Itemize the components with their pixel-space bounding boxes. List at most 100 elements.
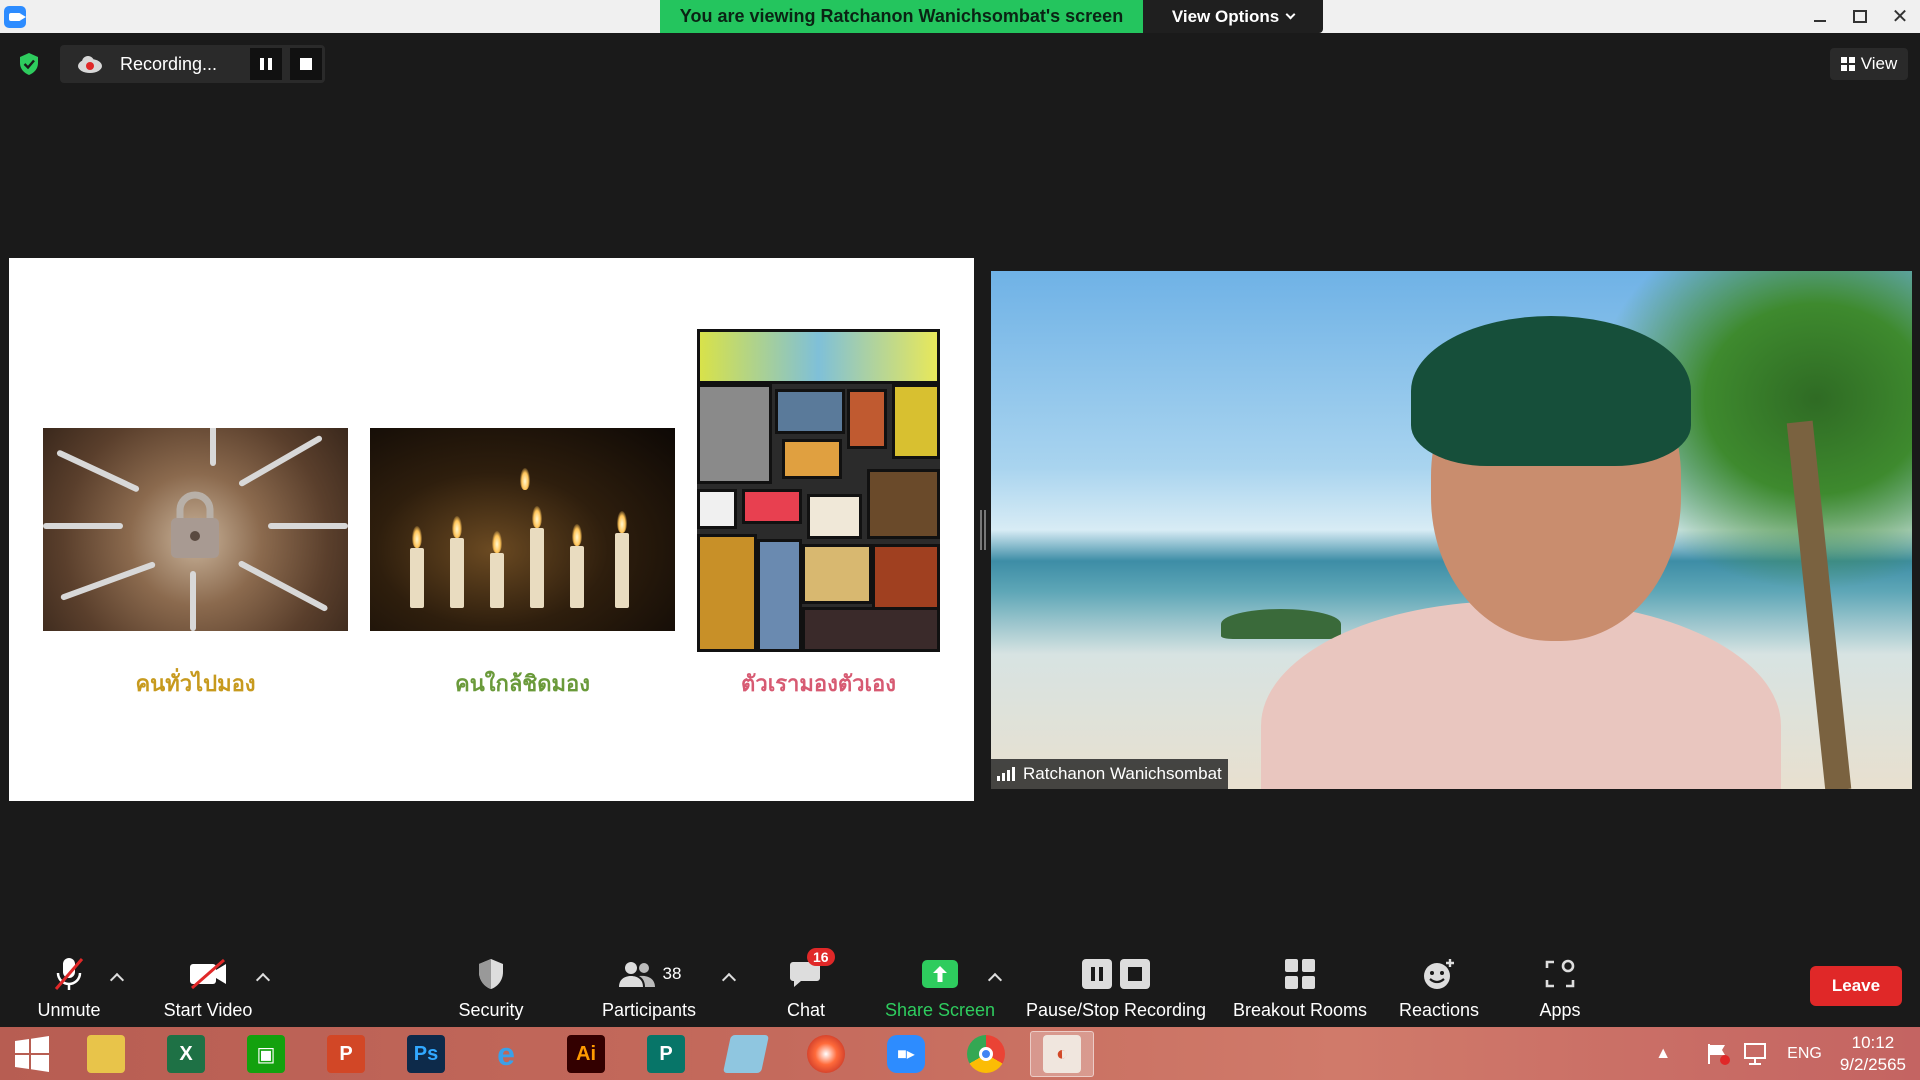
publisher-icon: P (647, 1035, 685, 1073)
start-video-button[interactable]: Start Video (160, 945, 256, 1027)
taskbar-illustrator[interactable]: Ai (554, 1031, 618, 1077)
participants-count: 38 (662, 964, 682, 983)
grid-view-icon (1840, 57, 1855, 71)
unmute-label: Unmute (37, 1000, 101, 1020)
breakout-rooms-label: Breakout Rooms (1232, 1000, 1368, 1020)
view-layout-button[interactable]: View (1830, 48, 1908, 80)
taskbar-publisher[interactable]: P (634, 1031, 698, 1077)
taskbar-zoom[interactable]: ■▸ (874, 1031, 938, 1077)
view-options-button[interactable]: View Options (1143, 0, 1323, 33)
caption-close-people: คนใกล้ชิดมอง (455, 671, 590, 696)
participants-label: Participants (601, 1000, 697, 1020)
taskbar-file-explorer[interactable] (74, 1031, 138, 1077)
security-button[interactable]: Security (452, 945, 530, 1027)
start-button[interactable] (0, 1031, 64, 1077)
excel-icon: X (167, 1035, 205, 1073)
reactions-label: Reactions (1398, 1000, 1480, 1020)
stop-recording-button[interactable] (290, 48, 322, 80)
photoshop-icon: Ps (407, 1035, 445, 1073)
recording-indicator: Recording... (60, 45, 325, 83)
caption-self-view: ตัวเรามองตัวเอง (741, 671, 896, 696)
security-shield-icon (479, 959, 503, 989)
window-controls: ✕ (1800, 0, 1920, 33)
chat-unread-badge: 16 (807, 948, 835, 966)
restore-button[interactable] (1840, 0, 1880, 33)
taskbar-notepad[interactable] (714, 1031, 778, 1077)
chrome-icon (967, 1035, 1005, 1073)
taskbar-store[interactable]: ▣ (234, 1031, 298, 1077)
zoom-app-icon (4, 6, 26, 28)
apps-icon (1545, 959, 1575, 988)
microphone-muted-icon (54, 958, 84, 990)
meeting-controls-toolbar: Unmute Start Video Security 38 Participa… (0, 945, 1920, 1027)
notepad-icon (722, 1035, 770, 1073)
powerpoint-icon: P (327, 1035, 365, 1073)
system-tray: ▲ ENG 10:12 9/2/2565 (1655, 1027, 1920, 1080)
taskbar-chrome[interactable] (954, 1031, 1018, 1077)
picture-frames-wall-image (697, 329, 940, 652)
split-view-resize-handle[interactable] (980, 510, 986, 550)
participant-hair (1411, 316, 1691, 466)
start-video-label: Start Video (163, 1000, 253, 1020)
participant-video-tile[interactable]: Ratchanon Wanichsombat (991, 271, 1912, 789)
close-button[interactable]: ✕ (1880, 0, 1920, 33)
keys-and-lock-image (43, 428, 348, 631)
participants-options-caret[interactable] (721, 972, 737, 988)
chat-label: Chat (786, 1000, 826, 1020)
taskbar-photoscape[interactable] (794, 1031, 858, 1077)
chat-button[interactable]: 16 Chat (778, 945, 835, 1027)
store-bag-icon: ▣ (247, 1035, 285, 1073)
viewing-screen-banner: You are viewing Ratchanon Wanichsombat's… (660, 0, 1143, 33)
pause-recording-button[interactable] (250, 48, 282, 80)
chevron-down-icon (1285, 9, 1296, 20)
video-camera-off-icon (190, 958, 226, 990)
folder-icon (87, 1035, 125, 1073)
network-icon[interactable] (1741, 1042, 1769, 1066)
candles-image (370, 428, 675, 631)
participant-name: Ratchanon Wanichsombat (1023, 764, 1222, 783)
pause-stop-recording-label: Pause/Stop Recording (1025, 1000, 1207, 1020)
unmute-button[interactable]: Unmute (26, 945, 112, 1027)
show-hidden-icons-arrow[interactable]: ▲ (1655, 1045, 1671, 1063)
zoom-icon: ■▸ (887, 1035, 925, 1073)
pause-stop-recording-icon (1082, 959, 1150, 989)
taskbar-photoshop[interactable]: Ps (394, 1031, 458, 1077)
view-options-label: View Options (1171, 6, 1280, 26)
taskbar-internet-explorer[interactable]: e (474, 1031, 538, 1077)
video-options-caret[interactable] (255, 972, 271, 988)
taskbar-slides-app[interactable]: ◐ (1030, 1031, 1094, 1077)
padlock-icon (171, 491, 219, 558)
view-label: View (1860, 54, 1898, 73)
photoscape-icon (807, 1035, 845, 1073)
encryption-shield-icon[interactable] (18, 52, 40, 76)
share-screen-button[interactable]: Share Screen (884, 945, 996, 1027)
share-screen-label: Share Screen (884, 1000, 996, 1020)
breakout-rooms-icon (1285, 959, 1315, 989)
apps-label: Apps (1539, 1000, 1581, 1020)
caption-general-people: คนทั่วไปมอง (135, 671, 256, 696)
leave-meeting-button[interactable]: Leave (1810, 966, 1902, 1006)
audio-options-caret[interactable] (109, 972, 125, 988)
participant-name-tag: Ratchanon Wanichsombat (991, 759, 1228, 789)
participants-button[interactable]: 38 Participants (598, 945, 700, 1027)
windows-taskbar: X ▣ P Ps e Ai P ■▸ ◐ ▲ ENG 10:12 9/2/256… (0, 1027, 1920, 1080)
clock-time: 10:12 (1851, 1032, 1895, 1052)
security-label: Security (458, 1000, 524, 1020)
breakout-rooms-button[interactable]: Breakout Rooms (1230, 945, 1370, 1027)
pause-stop-recording-button[interactable]: Pause/Stop Recording (1024, 945, 1208, 1027)
taskbar-powerpoint[interactable]: P (314, 1031, 378, 1077)
zoom-window: You are viewing Ratchanon Wanichsombat's… (0, 0, 1920, 1080)
reactions-button[interactable]: Reactions (1396, 945, 1482, 1027)
system-clock[interactable]: 10:12 9/2/2565 (1840, 1032, 1906, 1076)
illustrator-icon: Ai (567, 1035, 605, 1073)
action-center-flag-icon[interactable] (1705, 1042, 1731, 1066)
clock-date: 9/2/2565 (1839, 1054, 1906, 1074)
minimize-button[interactable] (1800, 0, 1840, 33)
taskbar-excel[interactable]: X (154, 1031, 218, 1077)
input-language-indicator[interactable]: ENG (1787, 1045, 1822, 1063)
share-screen-icon (922, 960, 958, 988)
apps-button[interactable]: Apps (1530, 945, 1590, 1027)
participants-icon (618, 962, 655, 987)
video-background-island (1221, 609, 1341, 639)
recording-status-text: Recording... (120, 53, 218, 74)
